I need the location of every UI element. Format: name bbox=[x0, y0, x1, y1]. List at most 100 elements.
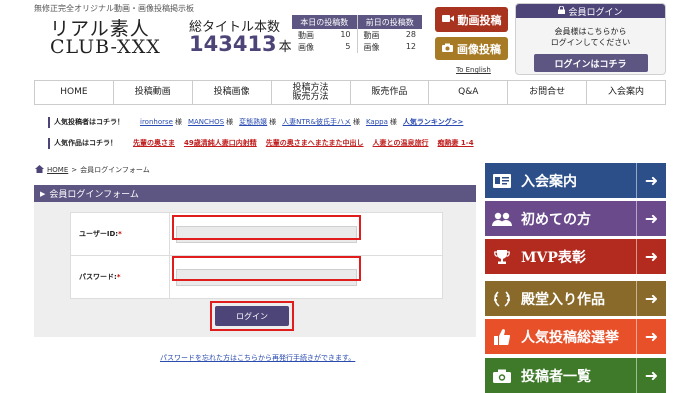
nav-item-contact[interactable]: お問合せ bbox=[508, 81, 588, 104]
main-nav: HOME 投稿動画 投稿画像 投稿方法 販売方法 販売作品 Q&A お問合せ 入… bbox=[34, 80, 666, 105]
popular-works-row: 人気作品はコチラ！ 先輩の奥さま 49歳清純人妻口内射精 先輩の奥さまへまたまた… bbox=[48, 136, 483, 150]
breadcrumb: HOME > 会員ログインフォーム bbox=[35, 165, 150, 175]
thumbs-up-icon bbox=[491, 326, 513, 348]
yesterday-image-count: 12 bbox=[405, 41, 416, 51]
video-post-label: 動画投稿 bbox=[457, 13, 502, 27]
total-count-unit: 本 bbox=[278, 40, 292, 55]
login-form-header: ▶ 会員ログインフォーム bbox=[34, 185, 476, 202]
camera-icon bbox=[442, 42, 453, 55]
image-label: 画像 bbox=[298, 42, 314, 52]
today-video-row: 動画 10 bbox=[292, 29, 357, 41]
sidebar-item-label: MVP表彰 bbox=[521, 249, 586, 266]
user-id-highlight bbox=[172, 215, 361, 240]
nav-item-images[interactable]: 投稿画像 bbox=[193, 81, 272, 104]
work-link[interactable]: 49歳清純人妻口内射精 bbox=[184, 138, 257, 148]
member-login-message: 会員様はこちらから ログインしてください bbox=[516, 26, 665, 48]
work-link[interactable]: 痴熟妻 1-4 bbox=[437, 138, 473, 148]
post-stats-table: 本日の投稿数 前日の投稿数 動画 10 動画 28 画像 5 画像 12 bbox=[292, 15, 422, 53]
people-icon bbox=[491, 208, 513, 230]
member-login-title: 会員ログイン bbox=[568, 7, 623, 18]
sidebar-item-mvp[interactable]: MVP表彰 ➜ bbox=[485, 239, 666, 274]
site-logo-line2[interactable]: CLUB-XXX bbox=[50, 36, 161, 58]
video-camera-icon bbox=[441, 13, 454, 26]
today-image-row: 画像 5 bbox=[292, 41, 357, 53]
password-highlight bbox=[172, 256, 361, 281]
password-label-text: パスワード: bbox=[79, 273, 117, 281]
member-login-box: 会員ログイン 会員様はこちらから ログインしてください ログインはコチラ bbox=[515, 3, 666, 75]
sidebar-item-label: 入会案内 bbox=[521, 173, 577, 190]
login-message-line2: ログインしてください bbox=[550, 38, 631, 47]
today-image-count: 5 bbox=[345, 41, 351, 51]
nav-item-sales[interactable]: 販売作品 bbox=[351, 81, 430, 104]
member-login-header: 会員ログイン bbox=[516, 4, 665, 18]
arrow-right-icon: ➜ bbox=[636, 201, 666, 236]
poster-suffix: 様 bbox=[174, 118, 182, 126]
english-link[interactable]: To English bbox=[456, 66, 491, 74]
home-icon bbox=[35, 165, 44, 175]
forgot-password-link[interactable]: パスワードを忘れた方はこちらから再発行手続きができます。 bbox=[160, 353, 355, 363]
sidebar-item-posters-list[interactable]: 投稿者一覧 ➜ bbox=[485, 358, 666, 393]
nav-item-qa[interactable]: Q&A bbox=[429, 81, 509, 104]
work-link[interactable]: 先輩の奥さまへまたまた中出し bbox=[266, 138, 364, 148]
password-label: パスワード:* bbox=[70, 255, 170, 299]
laurel-icon bbox=[491, 288, 513, 310]
work-link[interactable]: 人妻との温泉旅行 bbox=[373, 138, 429, 148]
arrow-right-icon: ➜ bbox=[636, 163, 666, 198]
popular-posters-row: 人気投稿者はコチラ！ ironhorse 様 MANCHOS 様 変態熟嬢様 人妻N… bbox=[48, 115, 463, 129]
poster-link[interactable]: ironhorse bbox=[140, 118, 173, 126]
popular-works-label: 人気作品はコチラ！ bbox=[54, 139, 117, 147]
breadcrumb-current: 会員ログインフォーム bbox=[80, 166, 150, 174]
yesterday-image-row: 画像 12 bbox=[356, 41, 422, 53]
trophy-icon bbox=[491, 246, 513, 268]
sidebar-item-label: 人気投稿総選挙 bbox=[521, 329, 619, 346]
row-marker bbox=[48, 137, 50, 149]
required-mark: * bbox=[118, 230, 122, 238]
total-count-value: 143413 bbox=[189, 32, 277, 56]
image-post-button[interactable]: 画像投稿 bbox=[435, 37, 508, 60]
popular-posters-label: 人気投稿者はコチラ！ bbox=[54, 118, 124, 126]
arrow-right-icon: ➜ bbox=[636, 239, 666, 274]
yesterday-video-row: 動画 28 bbox=[356, 29, 422, 41]
user-id-label-text: ユーザーID: bbox=[79, 230, 119, 238]
login-form-title: 会員ログインフォーム bbox=[49, 190, 139, 200]
id-card-icon bbox=[491, 170, 513, 192]
poster-link[interactable]: 人妻NTR&彼氏手ハメ bbox=[282, 117, 351, 127]
sidebar-item-label: 初めての方 bbox=[521, 211, 591, 228]
breadcrumb-home[interactable]: HOME bbox=[47, 166, 68, 174]
image-post-label: 画像投稿 bbox=[457, 42, 501, 56]
sidebar-item-join[interactable]: 入会案内 ➜ bbox=[485, 163, 666, 198]
sidebar-item-hall-of-fame[interactable]: 殿堂入り作品 ➜ bbox=[485, 281, 666, 316]
login-button-highlight bbox=[210, 301, 294, 331]
required-mark: * bbox=[116, 273, 121, 281]
camera-icon bbox=[491, 365, 513, 387]
today-header: 本日の投稿数 bbox=[292, 15, 357, 29]
arrow-right-icon: ➜ bbox=[636, 319, 666, 354]
ranking-more-link[interactable]: 人気ランキング>> bbox=[403, 117, 464, 127]
sidebar-item-label: 投稿者一覧 bbox=[521, 368, 591, 385]
image-label: 画像 bbox=[363, 42, 380, 52]
poster-link[interactable]: MANCHOS bbox=[188, 118, 224, 126]
nav-item-home[interactable]: HOME bbox=[35, 81, 114, 104]
arrow-right-icon: ➜ bbox=[636, 358, 666, 393]
sidebar-item-beginners[interactable]: 初めての方 ➜ bbox=[485, 201, 666, 236]
nav-item-join[interactable]: 入会案内 bbox=[587, 81, 666, 104]
row-marker bbox=[48, 116, 50, 128]
triangle-right-icon: ▶ bbox=[40, 189, 46, 198]
video-label: 動画 bbox=[298, 30, 314, 40]
sidebar-item-popular-vote[interactable]: 人気投稿総選挙 ➜ bbox=[485, 319, 666, 354]
nav-item-videos[interactable]: 投稿動画 bbox=[114, 81, 193, 104]
video-post-button[interactable]: 動画投稿 bbox=[435, 7, 508, 32]
poster-link[interactable]: 変態熟嬢 bbox=[239, 117, 267, 127]
video-label: 動画 bbox=[363, 30, 380, 40]
poster-suffix: 様 bbox=[226, 118, 234, 126]
work-link[interactable]: 先輩の奥さま bbox=[133, 138, 175, 148]
today-video-count: 10 bbox=[340, 29, 351, 39]
poster-suffix: 様 bbox=[352, 118, 360, 126]
yesterday-header: 前日の投稿数 bbox=[356, 15, 422, 29]
total-titles-count: 143413 本 bbox=[189, 32, 292, 56]
poster-link[interactable]: Kappa bbox=[366, 118, 388, 126]
lock-icon bbox=[558, 5, 566, 17]
site-tagline: 無修正完全オリジナル動画・画像投稿掲示板 bbox=[34, 4, 194, 13]
header-login-button[interactable]: ログインはコチラ bbox=[533, 54, 648, 72]
nav-item-howto[interactable]: 投稿方法 販売方法 bbox=[272, 81, 351, 104]
